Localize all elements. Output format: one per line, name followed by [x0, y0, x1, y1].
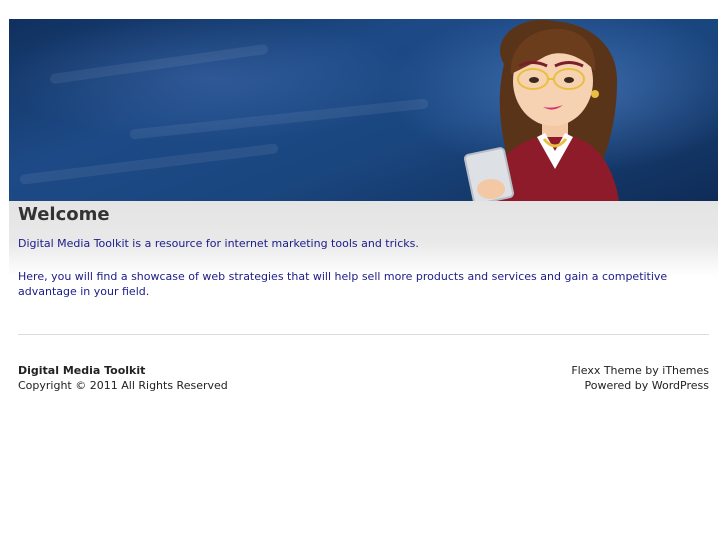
showcase-paragraph: Here, you will find a showcase of web st…	[18, 270, 668, 298]
footer-site-name[interactable]: Digital Media Toolkit	[18, 363, 228, 378]
footer-copyright: Copyright © 2011 All Rights Reserved	[18, 379, 228, 392]
footer-divider	[18, 334, 709, 335]
page-title: Welcome	[18, 204, 110, 225]
page: Welcome Digital Media Toolkit is a resou…	[0, 0, 727, 545]
footer-right: Flexx Theme by iThemes Powered by WordPr…	[571, 363, 709, 393]
powered-by-link[interactable]: Powered by WordPress	[571, 378, 709, 393]
banner-streak	[49, 43, 269, 85]
theme-credit-link[interactable]: Flexx Theme by iThemes	[571, 363, 709, 378]
banner-streak	[129, 98, 429, 140]
banner-streak	[19, 143, 279, 185]
intro-paragraph: Digital Media Toolkit is a resource for …	[18, 237, 419, 250]
header-banner	[9, 19, 718, 201]
businesswoman-illustration	[463, 19, 619, 201]
footer-left: Digital Media Toolkit Copyright © 2011 A…	[18, 363, 228, 393]
